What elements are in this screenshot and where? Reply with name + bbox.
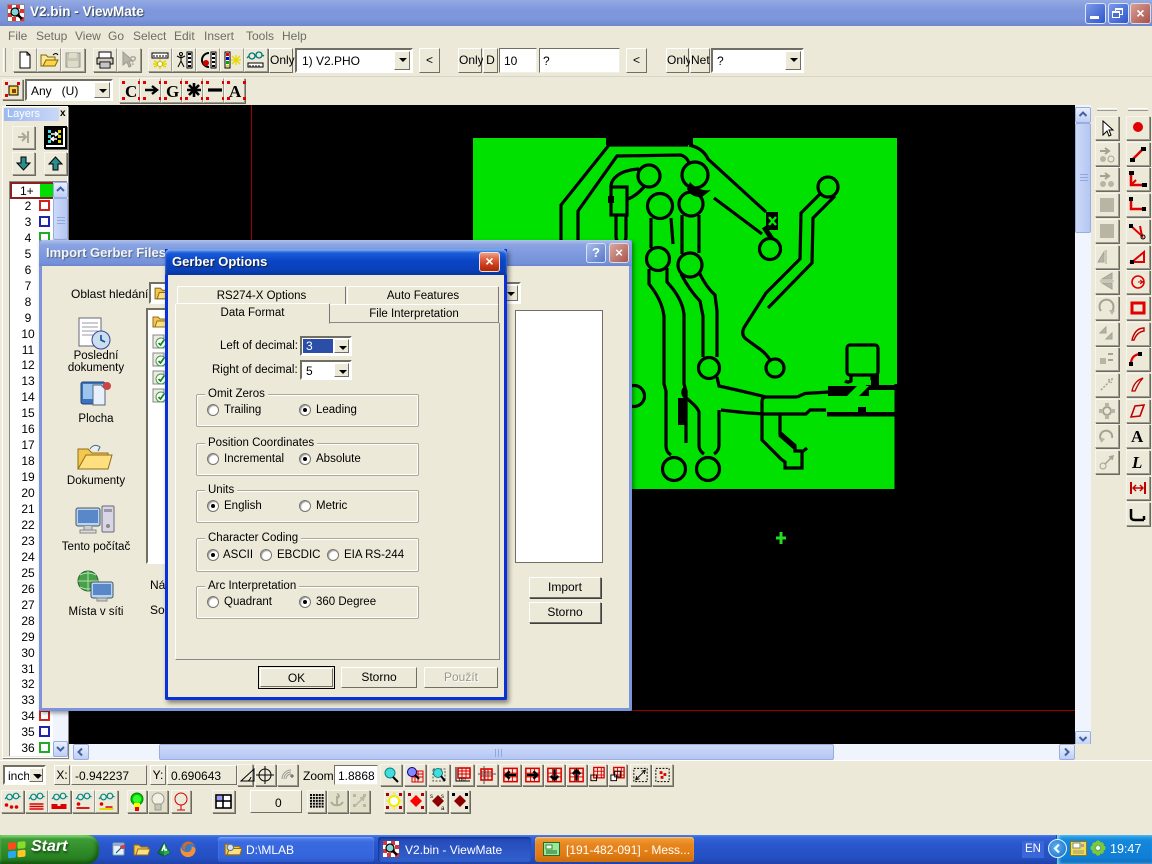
svg-text:a: a	[441, 806, 445, 812]
svg-text:oo: oo	[459, 777, 466, 783]
svg-text:A: A	[229, 82, 242, 101]
svg-text:?: ?	[129, 53, 137, 68]
svg-text:s: s	[430, 794, 433, 800]
svg-text:C: C	[125, 82, 137, 101]
svg-text:L: L	[1131, 453, 1142, 472]
svg-text:G: G	[166, 82, 179, 101]
svg-text:A: A	[1131, 427, 1144, 446]
svg-text:s: s	[441, 794, 444, 800]
